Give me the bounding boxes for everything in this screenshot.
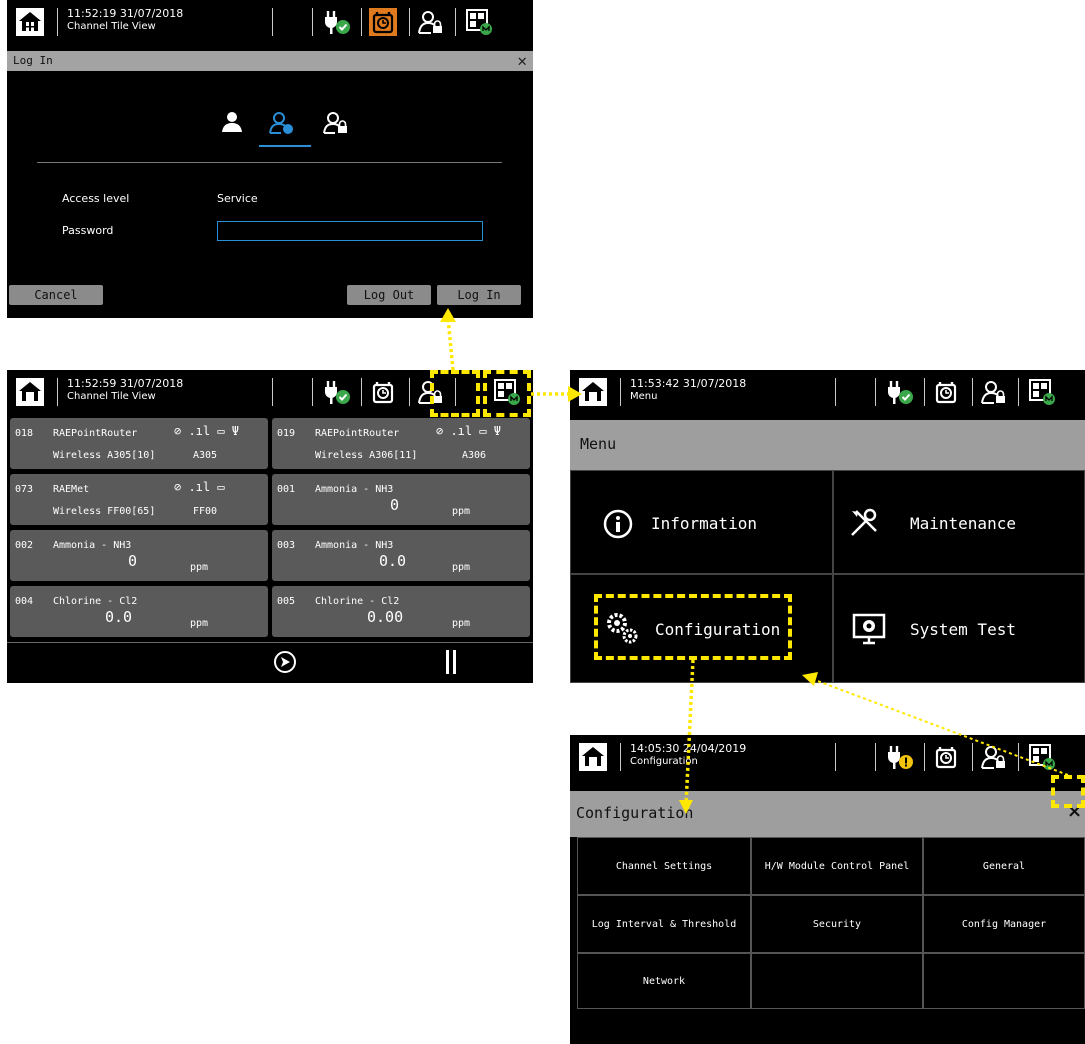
arrow-to-configuration [684,659,695,806]
annotation-arrows [440,308,1069,814]
arrowhead [679,800,693,814]
arrowhead [440,308,456,322]
arrow-to-login [446,317,455,371]
arrowhead [568,386,582,402]
arrowhead [802,672,818,686]
arrow-back-to-menu [814,679,1069,776]
